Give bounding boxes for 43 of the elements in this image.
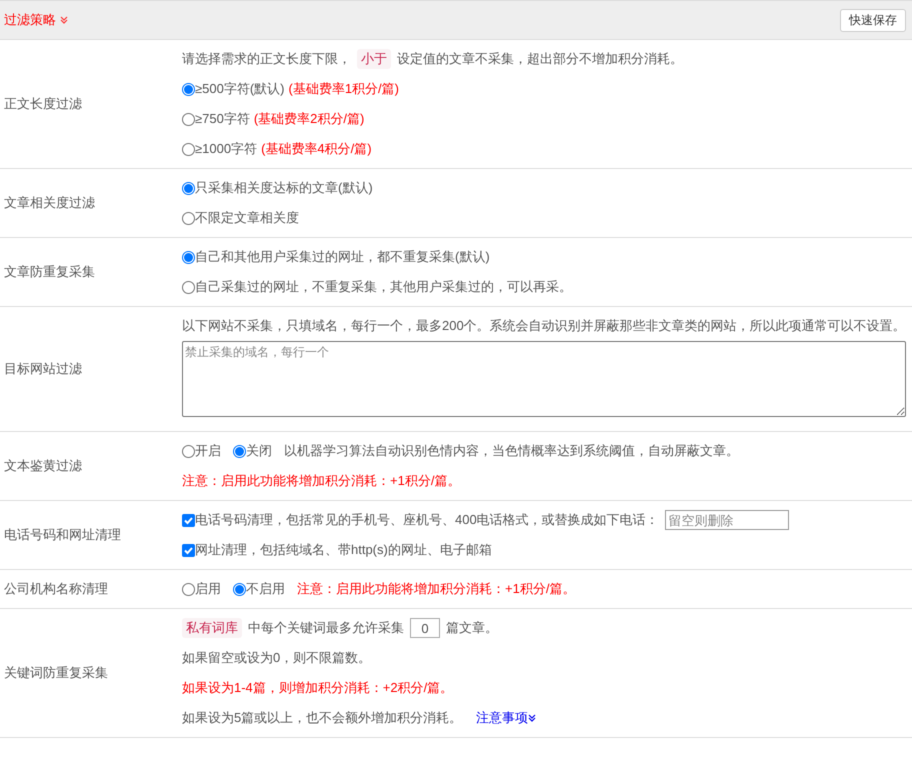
- radio-option[interactable]: 不启用: [233, 574, 285, 604]
- description-text: 设定值的文章不采集，超出部分不增加积分消耗。: [397, 50, 683, 68]
- row-label: 正文长度过滤: [4, 95, 82, 114]
- chevron-down-icon: [528, 714, 536, 722]
- radio-option[interactable]: 不限定文章相关度: [182, 203, 299, 233]
- radio-option[interactable]: 关闭: [233, 436, 272, 466]
- checkbox-option[interactable]: 网址清理，包括纯域名、带http(s)的网址、电子邮箱: [182, 535, 492, 565]
- radio-option[interactable]: 只采集相关度达标的文章(默认): [182, 173, 373, 203]
- radio-option[interactable]: 自己采集过的网址，不重复采集，其他用户采集过的，可以再采。: [182, 272, 572, 302]
- row-label: 电话号码和网址清理: [4, 526, 121, 544]
- domain-textarea[interactable]: 禁止采集的域名，每行一个: [182, 341, 906, 417]
- description-text: 如果设为5篇或以上，也不会额外增加积分消耗。: [182, 709, 462, 727]
- warning-text: 注意：启用此功能将增加积分消耗：+1积分/篇。: [182, 472, 460, 490]
- radio-option[interactable]: ≥1000字符 (基础费率4积分/篇): [182, 134, 372, 164]
- description-text: 篇文章。: [446, 619, 498, 637]
- radio-option[interactable]: ≥750字符 (基础费率2积分/篇): [182, 104, 364, 134]
- warning-text: 如果设为1-4篇，则增加积分消耗：+2积分/篇。: [182, 679, 454, 697]
- description-text: 请选择需求的正文长度下限，: [182, 50, 351, 68]
- checkbox-option[interactable]: 电话号码清理，包括常见的手机号、座机号、400电话格式，或替换成如下电话：: [182, 505, 659, 535]
- description-text: 以下网站不采集，只填域名，每行一个，最多200个。系统会自动识别并屏蔽那些非文章类的网站，所以此项通常可以不设置。: [182, 317, 906, 335]
- keyword-tag: 私有词库: [182, 618, 242, 638]
- radio-option[interactable]: 启用: [182, 574, 221, 604]
- count-input-field[interactable]: 0: [410, 618, 440, 638]
- description-text: 中每个关键词最多允许采集: [248, 619, 404, 637]
- row-label: 文章防重复采集: [4, 263, 95, 282]
- radio-option[interactable]: 开启: [182, 436, 221, 466]
- chevron-down-icon: [60, 16, 68, 24]
- checkmark-icon: [183, 514, 194, 526]
- checkmark-icon: [183, 544, 194, 556]
- description-text: 以机器学习算法自动识别色情内容，当色情概率达到系统阈值，自动屏蔽文章。: [284, 442, 739, 460]
- row-label: 文章相关度过滤: [4, 194, 95, 212]
- row-label: 关键词防重复采集: [4, 664, 108, 682]
- radio-option[interactable]: 自己和其他用户采集过的网址，都不重复采集(默认): [182, 242, 490, 272]
- save-button[interactable]: 快速保存: [840, 8, 906, 32]
- notes-link[interactable]: 注意事项: [476, 703, 536, 733]
- row-label: 文本鉴黄过滤: [4, 457, 82, 476]
- row-label: 公司机构名称清理: [4, 580, 108, 598]
- warning-text: 注意：启用此功能将增加积分消耗：+1积分/篇。: [297, 580, 576, 598]
- row-label: 目标网站过滤: [4, 360, 82, 378]
- description-text: 如果留空或设为0，则不限篇数。: [182, 649, 372, 667]
- keyword-tag: 小于: [357, 49, 391, 69]
- phone-input-field[interactable]: 留空则删除: [664, 510, 789, 530]
- radio-option[interactable]: ≥500字符(默认) (基础费率1积分/篇): [182, 74, 399, 104]
